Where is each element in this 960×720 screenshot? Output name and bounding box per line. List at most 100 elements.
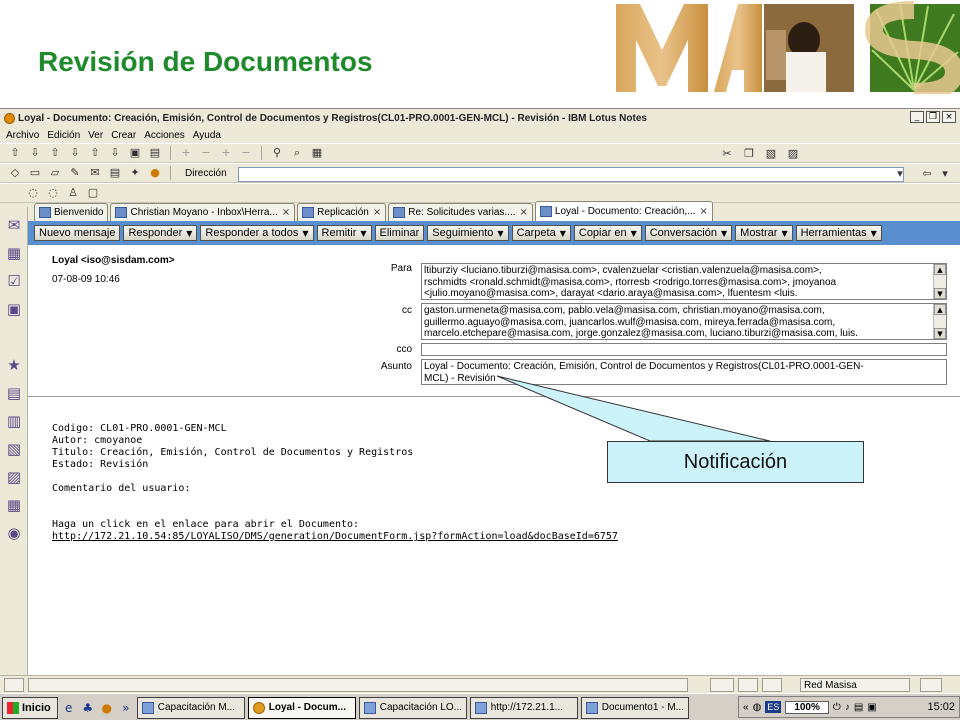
close-tab-icon[interactable]: ×	[520, 207, 528, 218]
seguimiento-button[interactable]: Seguimiento ▼	[427, 225, 509, 241]
databases-icon[interactable]: ▤	[4, 383, 24, 403]
calendar-icon[interactable]: ▦	[4, 243, 24, 263]
status-indicator-icon[interactable]	[762, 677, 782, 692]
navigate-up-unread-icon[interactable]: ⇧	[48, 146, 62, 160]
minimize-button[interactable]: _	[910, 111, 924, 123]
contacts-icon[interactable]: ▣	[4, 299, 24, 319]
navigate-prev-flag-icon[interactable]: ⇧	[88, 146, 102, 160]
remitir-button[interactable]: Remitir ▼	[316, 225, 372, 241]
back-menu-icon[interactable]: ▾	[938, 167, 952, 181]
power-icon[interactable]: ⏻	[833, 702, 841, 713]
task-http[interactable]: http://172.21.1...	[469, 696, 578, 719]
restore-button[interactable]: ❐	[926, 111, 940, 123]
search-icon[interactable]: ⌕	[290, 146, 304, 160]
menu-edicion[interactable]: Edición	[45, 130, 86, 141]
close-tab-icon[interactable]: ×	[282, 207, 290, 218]
tray-chevron-icon[interactable]: «	[743, 702, 749, 713]
zoom-level[interactable]: 100%	[785, 700, 829, 714]
mostrar-button[interactable]: Mostrar ▼	[735, 225, 793, 241]
paste-special-icon[interactable]: ▨	[786, 147, 800, 161]
menu-archivo[interactable]: Archivo	[4, 130, 45, 141]
subject-field[interactable]: Loyal - Documento: Creación, Emisión, Co…	[421, 359, 947, 385]
close-tab-icon[interactable]: ×	[700, 206, 708, 217]
expand-all-icon[interactable]: +	[219, 146, 233, 160]
tab-solicitudes[interactable]: Re: Solicitudes varias.... ×	[388, 203, 533, 221]
navigate-down-icon[interactable]: ⇩	[28, 146, 42, 160]
close-tab-icon[interactable]: ×	[373, 207, 381, 218]
task-capacitacion-lo[interactable]: Capacitación LO...	[358, 696, 467, 719]
taskbar-chevron[interactable]: »	[118, 700, 134, 716]
nuevo-mensaje-button[interactable]: Nuevo mensaje	[34, 225, 121, 241]
menu-ayuda[interactable]: Ayuda	[191, 130, 227, 141]
workspace-icon[interactable]: ▦	[4, 495, 24, 515]
collapse-icon[interactable]: −	[199, 146, 213, 160]
collapse-all-icon[interactable]: −	[239, 146, 253, 160]
open-icon[interactable]: ▱	[48, 166, 62, 180]
document-link[interactable]: http://172.21.10.54:85/LOYALISO/DMS/gene…	[52, 531, 618, 542]
quick-launch-app-icon[interactable]: ♣	[80, 700, 96, 716]
replicate-icon[interactable]: ✦	[128, 166, 142, 180]
applications-icon[interactable]: ▥	[4, 411, 24, 431]
edit-icon[interactable]: ✎	[68, 166, 82, 180]
volume-icon[interactable]: ♪	[845, 702, 850, 713]
task-capacitacion-m[interactable]: Capacitación M...	[136, 696, 245, 719]
print-preview-icon[interactable]: ▤	[108, 166, 122, 180]
eliminar-button[interactable]: Eliminar	[374, 225, 425, 241]
folder-icon[interactable]: ▣	[128, 146, 142, 160]
traffic-light-icon[interactable]: ◉	[4, 523, 24, 543]
paste-icon[interactable]: ▧	[764, 147, 778, 161]
copiar-en-button[interactable]: Copiar en ▼	[573, 225, 642, 241]
new-memo-icon[interactable]: ✉	[88, 166, 102, 180]
replication-icon[interactable]: ▧	[4, 439, 24, 459]
location-icon[interactable]	[738, 677, 758, 692]
responder-button[interactable]: Responder ▼	[123, 225, 198, 241]
cc-field[interactable]: gaston.urmeneta@masisa.com, pablo.vela@m…	[421, 303, 947, 340]
network-icon[interactable]: ▤	[854, 702, 863, 713]
status-icon[interactable]: ▢	[86, 186, 100, 200]
expand-icon[interactable]: +	[179, 146, 193, 160]
view-icon[interactable]: ▤	[148, 146, 162, 160]
save-icon[interactable]: ▭	[28, 166, 42, 180]
back-icon[interactable]: ⇦	[920, 167, 934, 181]
mail-icon[interactable]: ✉	[4, 215, 24, 235]
cc-scrollbar[interactable]: ▲ ▼	[933, 304, 946, 339]
todo-icon[interactable]: ☑	[4, 271, 24, 291]
responder-a-todos-button[interactable]: Responder a todos ▼	[200, 225, 314, 241]
copy-icon[interactable]: ❐	[742, 147, 756, 161]
start-button[interactable]: Inicio	[2, 696, 58, 719]
favorites-icon[interactable]: ★	[4, 355, 24, 375]
task-loyal-documento[interactable]: Loyal - Docum...	[247, 696, 356, 719]
person-icon[interactable]: ♙	[66, 186, 80, 200]
navigate-next-flag-icon[interactable]: ⇩	[108, 146, 122, 160]
notes-icon[interactable]: ●	[148, 166, 162, 180]
to-field[interactable]: ltiburziy <luciano.tiburzi@masisa.com>, …	[421, 263, 947, 300]
tray-app-icon[interactable]: ◍	[753, 702, 762, 713]
bcc-field[interactable]	[421, 343, 947, 356]
monitor-icon[interactable]: ▣	[867, 702, 876, 713]
internet-explorer-icon[interactable]: e	[61, 700, 77, 716]
tab-loyal-documento[interactable]: Loyal - Documento: Creación,... ×	[534, 201, 713, 221]
menu-crear[interactable]: Crear	[109, 130, 142, 141]
to-scrollbar[interactable]: ▲ ▼	[933, 264, 946, 299]
window-titlebar[interactable]: Loyal - Documento: Creación, Emisión, Co…	[0, 109, 960, 127]
binoculars-icon[interactable]: ⚲	[270, 146, 284, 160]
menu-ver[interactable]: Ver	[86, 130, 109, 141]
tab-bienvenido[interactable]: Bienvenido	[34, 203, 109, 221]
close-button[interactable]: ×	[942, 111, 956, 123]
chat-icon[interactable]: ◌	[26, 186, 40, 200]
conversacion-button[interactable]: Conversación ▼	[644, 225, 733, 241]
menu-acciones[interactable]: Acciones	[142, 130, 191, 141]
navigate-up-icon[interactable]: ⇧	[8, 146, 22, 160]
address-input[interactable]	[238, 167, 904, 182]
task-documento1[interactable]: Documento1 - M...	[580, 696, 689, 719]
print-icon[interactable]: ▦	[310, 146, 324, 160]
navigate-down-unread-icon[interactable]: ⇩	[68, 146, 82, 160]
chat-group-icon[interactable]: ◌	[46, 186, 60, 200]
carpeta-button[interactable]: Carpeta ▼	[511, 225, 571, 241]
mail-status-icon[interactable]	[920, 678, 942, 692]
home-icon[interactable]: ◇	[8, 166, 22, 180]
language-indicator[interactable]: ES	[765, 701, 782, 713]
tab-replicacion[interactable]: Replicación ×	[297, 203, 387, 221]
key-icon[interactable]	[710, 677, 734, 692]
address-dropdown-icon[interactable]: ▾	[893, 167, 907, 181]
